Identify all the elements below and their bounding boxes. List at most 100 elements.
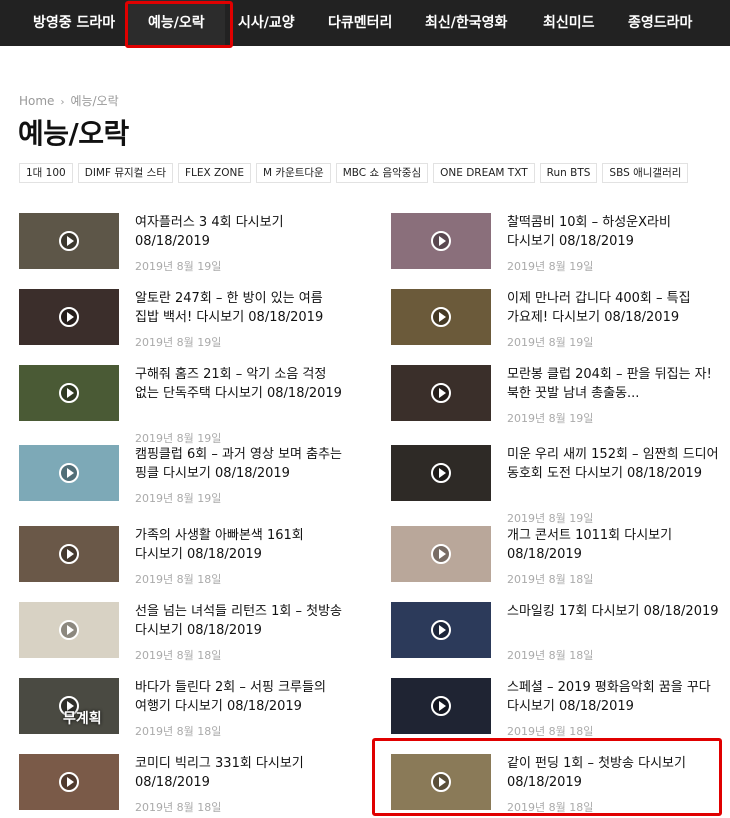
post-item[interactable]: 모란봉 클럽 204회 – 판을 뒤집는 자! 북한 꿋발 남녀 총출동... … (391, 365, 726, 441)
post-title[interactable]: 바다가 들린다 2회 – 서핑 크루들의 여행기 다시보기 08/18/2019 (135, 678, 347, 716)
post-title[interactable]: 코미디 빅리그 331회 다시보기 08/18/2019 (135, 754, 347, 792)
post-thumbnail[interactable] (391, 602, 491, 658)
play-icon (431, 544, 451, 564)
post-date: 2019년 8월 19일 (507, 412, 594, 425)
post-item[interactable]: 여자플러스 3 4회 다시보기 08/18/2019 2019년 8월 19일 (19, 213, 354, 289)
tag-item[interactable]: MBC 쇼 음악중심 (335, 163, 429, 183)
post-thumbnail[interactable] (19, 754, 119, 810)
post-date: 2019년 8월 18일 (507, 649, 594, 662)
tag-item[interactable]: 1대 100 (19, 163, 73, 183)
play-icon (59, 544, 79, 564)
post-item[interactable]: 알토란 247회 – 한 방이 있는 여름 집밥 백서! 다시보기 08/18/… (19, 289, 354, 365)
play-icon (431, 307, 451, 327)
post-item[interactable]: 스마일킹 17회 다시보기 08/18/2019 2019년 8월 18일 (391, 602, 726, 678)
play-icon (59, 463, 79, 483)
post-date: 2019년 8월 19일 (135, 260, 222, 273)
post-title[interactable]: 구해줘 홈즈 21회 – 악기 소음 걱정 없는 단독주택 다시보기 08/18… (135, 365, 347, 403)
post-thumbnail[interactable] (391, 213, 491, 269)
post-title[interactable]: 캠핑클럽 6회 – 과거 영상 보며 춤추는 핑클 다시보기 08/18/201… (135, 445, 347, 483)
post-item[interactable]: 스페셜 – 2019 평화음악회 꿈을 꾸다 다시보기 08/18/2019 2… (391, 678, 726, 754)
tag-item[interactable]: SBS 애니갤러리 (602, 163, 689, 183)
top-navigation: 방영중 드라마 예능/오락 시사/교양 다큐멘터리 최신/한국영화 최신미드 종… (0, 0, 730, 46)
post-item[interactable]: 캠핑클럽 6회 – 과거 영상 보며 춤추는 핑클 다시보기 08/18/201… (19, 445, 354, 521)
play-icon (431, 772, 451, 792)
post-item[interactable]: 구해줘 홈즈 21회 – 악기 소음 걱정 없는 단독주택 다시보기 08/18… (19, 365, 354, 445)
post-item[interactable]: 미운 우리 새끼 152회 – 임짠희 드디어 동호회 도전 다시보기 08/1… (391, 445, 726, 525)
play-icon (431, 383, 451, 403)
post-date: 2019년 8월 18일 (135, 573, 222, 586)
post-date: 2019년 8월 19일 (507, 512, 594, 525)
post-item[interactable]: 찰떡콤비 10회 – 하성운X라비 다시보기 08/18/2019 2019년 … (391, 213, 726, 289)
breadcrumb-separator-icon: › (60, 97, 65, 108)
nav-item-current-dramas[interactable]: 방영중 드라마 (33, 0, 115, 46)
nav-item-documentary[interactable]: 다큐멘터리 (328, 0, 392, 46)
post-thumbnail[interactable] (391, 289, 491, 345)
play-icon (431, 696, 451, 716)
post-date: 2019년 8월 19일 (507, 260, 594, 273)
post-date: 2019년 8월 18일 (135, 649, 222, 662)
nav-item-ended-dramas[interactable]: 종영드라마 (628, 0, 692, 46)
post-date: 2019년 8월 19일 (135, 432, 222, 445)
play-icon (59, 383, 79, 403)
breadcrumb-current: 예능/오락 (70, 94, 119, 108)
nav-item-current-affairs[interactable]: 시사/교양 (238, 0, 295, 46)
post-date: 2019년 8월 18일 (507, 725, 594, 738)
post-title[interactable]: 알토란 247회 – 한 방이 있는 여름 집밥 백서! 다시보기 08/18/… (135, 289, 347, 327)
post-thumbnail[interactable] (19, 526, 119, 582)
post-item[interactable]: 같이 펀딩 1회 – 첫방송 다시보기 08/18/2019 2019년 8월 … (391, 754, 726, 818)
post-item[interactable]: 선을 넘는 녀석들 리턴즈 1회 – 첫방송 다시보기 08/18/2019 2… (19, 602, 354, 678)
post-date: 2019년 8월 18일 (135, 725, 222, 738)
post-date: 2019년 8월 19일 (135, 336, 222, 349)
post-title[interactable]: 스마일킹 17회 다시보기 08/18/2019 (507, 602, 719, 621)
post-item[interactable]: 가족의 사생활 아빠본색 161회 다시보기 08/18/2019 2019년 … (19, 526, 354, 602)
nav-item-us-dramas[interactable]: 최신미드 (543, 0, 595, 46)
post-title[interactable]: 미운 우리 새끼 152회 – 임짠희 드디어 동호회 도전 다시보기 08/1… (507, 445, 719, 483)
play-icon (59, 772, 79, 792)
thumbnail-caption: 무계획 (63, 711, 102, 727)
tag-item[interactable]: FLEX ZONE (178, 163, 252, 183)
post-thumbnail[interactable] (19, 289, 119, 345)
post-thumbnail[interactable]: 무계획 (19, 678, 119, 734)
play-icon (59, 620, 79, 640)
post-title[interactable]: 여자플러스 3 4회 다시보기 08/18/2019 (135, 213, 347, 251)
post-thumbnail[interactable] (391, 365, 491, 421)
play-icon (59, 231, 79, 251)
tag-item[interactable]: ONE DREAM TXT (433, 163, 535, 183)
post-item[interactable]: 코미디 빅리그 331회 다시보기 08/18/2019 2019년 8월 18… (19, 754, 354, 818)
post-thumbnail[interactable] (19, 365, 119, 421)
tag-item[interactable]: M 카운트다운 (256, 163, 331, 183)
nav-item-korean-movies[interactable]: 최신/한국영화 (425, 0, 507, 46)
breadcrumb-home[interactable]: Home (19, 94, 54, 108)
post-thumbnail[interactable] (391, 678, 491, 734)
post-title[interactable]: 개그 콘서트 1011회 다시보기 08/18/2019 (507, 526, 719, 564)
page-title: 예능/오락 (18, 117, 129, 150)
post-date: 2019년 8월 19일 (507, 336, 594, 349)
post-title[interactable]: 찰떡콤비 10회 – 하성운X라비 다시보기 08/18/2019 (507, 213, 719, 251)
post-title[interactable]: 모란봉 클럽 204회 – 판을 뒤집는 자! 북한 꿋발 남녀 총출동... (507, 365, 719, 403)
post-title[interactable]: 스페셜 – 2019 평화음악회 꿈을 꾸다 다시보기 08/18/2019 (507, 678, 719, 716)
post-date: 2019년 8월 18일 (135, 801, 222, 814)
post-thumbnail[interactable] (19, 445, 119, 501)
post-item[interactable]: 이제 만나러 갑니다 400회 – 특집 가요제! 다시보기 08/18/201… (391, 289, 726, 365)
play-icon (59, 307, 79, 327)
post-date: 2019년 8월 19일 (135, 492, 222, 505)
tag-item[interactable]: Run BTS (539, 163, 598, 183)
post-thumbnail[interactable] (391, 445, 491, 501)
post-thumbnail[interactable] (391, 754, 491, 810)
post-title[interactable]: 이제 만나러 갑니다 400회 – 특집 가요제! 다시보기 08/18/201… (507, 289, 719, 327)
post-thumbnail[interactable] (19, 213, 119, 269)
post-title[interactable]: 선을 넘는 녀석들 리턴즈 1회 – 첫방송 다시보기 08/18/2019 (135, 602, 347, 640)
post-date: 2019년 8월 18일 (507, 573, 594, 586)
nav-item-variety[interactable]: 예능/오락 (128, 0, 225, 46)
post-title[interactable]: 가족의 사생활 아빠본색 161회 다시보기 08/18/2019 (135, 526, 347, 564)
tag-item[interactable]: DIMF 뮤지컬 스타 (77, 163, 173, 183)
post-date: 2019년 8월 18일 (507, 801, 594, 814)
breadcrumb: Home › 예능/오락 (19, 92, 119, 109)
post-thumbnail[interactable] (19, 602, 119, 658)
post-item[interactable]: 개그 콘서트 1011회 다시보기 08/18/2019 2019년 8월 18… (391, 526, 726, 602)
post-title[interactable]: 같이 펀딩 1회 – 첫방송 다시보기 08/18/2019 (507, 754, 719, 792)
play-icon (431, 620, 451, 640)
post-item[interactable]: 무계획 바다가 들린다 2회 – 서핑 크루들의 여행기 다시보기 08/18/… (19, 678, 354, 754)
post-thumbnail[interactable] (391, 526, 491, 582)
tag-cloud: 1대 100 DIMF 뮤지컬 스타 FLEX ZONE M 카운트다운 MBC 쇼 음… (19, 163, 730, 183)
